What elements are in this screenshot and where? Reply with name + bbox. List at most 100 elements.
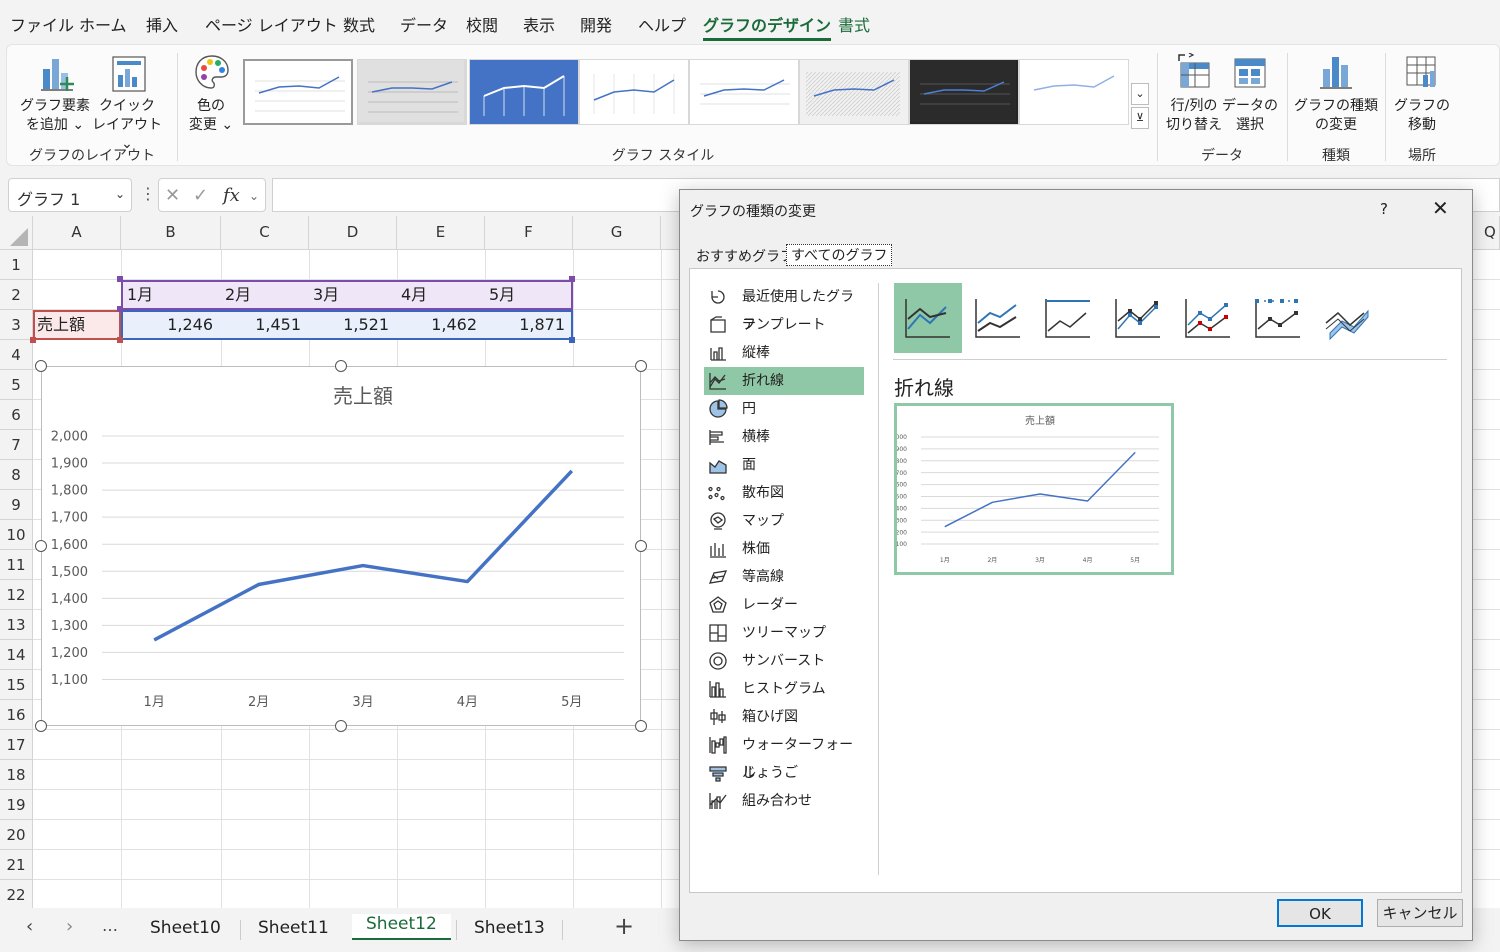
row-header-10[interactable]: 10 (0, 520, 33, 550)
tab-developer[interactable]: 開発 (580, 12, 612, 36)
chart-style-1[interactable] (243, 59, 353, 125)
chevron-left-icon[interactable]: ‹ (26, 916, 33, 937)
row-header-1[interactable]: 1 (0, 250, 33, 280)
row-header-3[interactable]: 3 (0, 310, 33, 340)
chart-type-item[interactable]: 最近使用したグラフ (704, 283, 864, 333)
range-handle[interactable] (117, 276, 123, 282)
tab-insert[interactable]: 挿入 (146, 12, 178, 36)
cell-f3[interactable]: 1,871 (485, 310, 569, 340)
embedded-line-chart[interactable]: 売上額 2,000 1,900 1,800 1,700 1,600 1,500 1,400 1,… (41, 366, 641, 726)
tab-home[interactable]: ホーム (79, 12, 127, 36)
row-header-5[interactable]: 5 (0, 370, 33, 400)
more-sheets-button[interactable]: … (102, 916, 118, 935)
cell-d3[interactable]: 1,521 (309, 310, 393, 340)
chart-type-item[interactable]: 面 (704, 451, 864, 479)
subtype-3d-line[interactable] (1314, 283, 1382, 353)
chart-type-item[interactable]: サンバースト (704, 647, 864, 675)
cell-c3[interactable]: 1,451 (221, 310, 305, 340)
chart-type-item[interactable]: テンプレート (704, 311, 864, 339)
chart-style-7[interactable] (909, 59, 1019, 125)
tab-all-charts[interactable]: すべてのグラフ (786, 244, 893, 266)
column-header-c[interactable]: C (221, 216, 309, 250)
row-header-17[interactable]: 17 (0, 730, 33, 760)
row-header-18[interactable]: 18 (0, 760, 33, 790)
tab-recommended-charts[interactable]: おすすめグラフ (696, 246, 794, 266)
add-chart-element-button[interactable]: グラフ要素 を追加 ⌄ (17, 49, 93, 133)
add-sheet-button[interactable]: + (614, 912, 634, 940)
column-header-b[interactable]: B (121, 216, 221, 250)
chart-type-item[interactable]: マップ (704, 507, 864, 535)
subtype-line-with-markers[interactable] (1104, 283, 1172, 353)
chart-type-item[interactable]: 折れ線 (704, 367, 864, 395)
chart-type-item[interactable]: 組み合わせ (704, 787, 864, 815)
move-chart-button[interactable]: グラフの 移動 (1391, 49, 1453, 133)
more-vertical-icon[interactable]: ⋮ (140, 184, 156, 203)
row-header-16[interactable]: 16 (0, 700, 33, 730)
cell-b3[interactable]: 1,246 (121, 310, 217, 340)
range-handle[interactable] (117, 337, 123, 343)
chart-style-3[interactable] (469, 59, 579, 125)
chart-type-item[interactable]: 株価 (704, 535, 864, 563)
resize-handle[interactable] (335, 360, 347, 372)
chart-type-item[interactable]: 等高線 (704, 563, 864, 591)
chevron-down-icon[interactable]: ⌄ (249, 189, 259, 203)
change-chart-type-button[interactable]: グラフの種類 の変更 (1293, 49, 1379, 133)
close-button[interactable]: ✕ (1432, 196, 1449, 220)
row-header-11[interactable]: 11 (0, 550, 33, 580)
cell-e2[interactable]: 4月 (397, 280, 485, 310)
row-header-6[interactable]: 6 (0, 400, 33, 430)
column-header-a[interactable]: A (33, 216, 121, 250)
tab-data[interactable]: データ (400, 12, 448, 36)
column-header-f[interactable]: F (485, 216, 573, 250)
sheet-tab-sheet11[interactable]: Sheet11 (258, 918, 329, 938)
tab-file[interactable]: ファイル (10, 12, 74, 36)
ok-button[interactable]: OK (1277, 899, 1363, 927)
tab-help[interactable]: ヘルプ (638, 12, 686, 36)
chart-style-5[interactable] (689, 59, 799, 125)
switch-row-column-button[interactable]: 行/列の 切り替え (1165, 49, 1223, 133)
cell-b2[interactable]: 1月 (123, 280, 221, 310)
row-header-8[interactable]: 8 (0, 460, 33, 490)
cancel-button[interactable]: キャンセル (1377, 899, 1463, 927)
chart-type-item[interactable]: レーダー (704, 591, 864, 619)
column-header-e[interactable]: E (397, 216, 485, 250)
resize-handle[interactable] (35, 720, 47, 732)
resize-handle[interactable] (635, 720, 647, 732)
row-header-7[interactable]: 7 (0, 430, 33, 460)
column-header-g[interactable]: G (573, 216, 661, 250)
row-header-22[interactable]: 22 (0, 880, 33, 910)
subtype-100-stacked-line-markers[interactable] (1244, 283, 1312, 353)
name-box[interactable]: グラフ 1 ⌄ (8, 178, 132, 212)
chart-style-2[interactable] (357, 59, 467, 125)
row-header-2[interactable]: 2 (0, 280, 33, 310)
chart-type-item[interactable]: 円 (704, 395, 864, 423)
chart-type-item[interactable]: ウォーターフォール (704, 731, 864, 781)
resize-handle[interactable] (35, 540, 47, 552)
select-all-corner[interactable] (0, 216, 33, 250)
cell-c2[interactable]: 2月 (221, 280, 309, 310)
chart-style-6[interactable] (799, 59, 909, 125)
chart-style-8[interactable] (1019, 59, 1129, 125)
chart-type-item[interactable]: 縦棒 (704, 339, 864, 367)
resize-handle[interactable] (335, 720, 347, 732)
checkmark-icon[interactable]: ✓ (193, 185, 208, 206)
tab-format[interactable]: 書式 (838, 12, 870, 36)
range-handle[interactable] (569, 276, 575, 282)
select-data-button[interactable]: データの 選択 (1221, 49, 1279, 133)
row-header-15[interactable]: 15 (0, 670, 33, 700)
tab-page-layout[interactable]: ページ レイアウト (205, 12, 338, 36)
change-colors-button[interactable]: 色の 変更 ⌄ (183, 49, 239, 133)
chart-type-item[interactable]: ヒストグラム (704, 675, 864, 703)
tab-formulas[interactable]: 数式 (343, 12, 375, 36)
row-header-14[interactable]: 14 (0, 640, 33, 670)
chart-type-item[interactable]: じょうご (704, 759, 864, 787)
row-header-19[interactable]: 19 (0, 790, 33, 820)
chart-type-item[interactable]: 箱ひげ図 (704, 703, 864, 731)
gallery-expand-button[interactable]: ⊻ (1131, 107, 1149, 129)
row-header-4[interactable]: 4 (0, 340, 33, 370)
range-handle[interactable] (569, 337, 575, 343)
quick-layout-button[interactable]: クイック レイアウト ⌄ (89, 49, 165, 152)
tab-chart-design[interactable]: グラフのデザイン (703, 12, 832, 41)
chart-style-4[interactable] (579, 59, 689, 125)
subtype-stacked-line[interactable] (964, 283, 1032, 353)
